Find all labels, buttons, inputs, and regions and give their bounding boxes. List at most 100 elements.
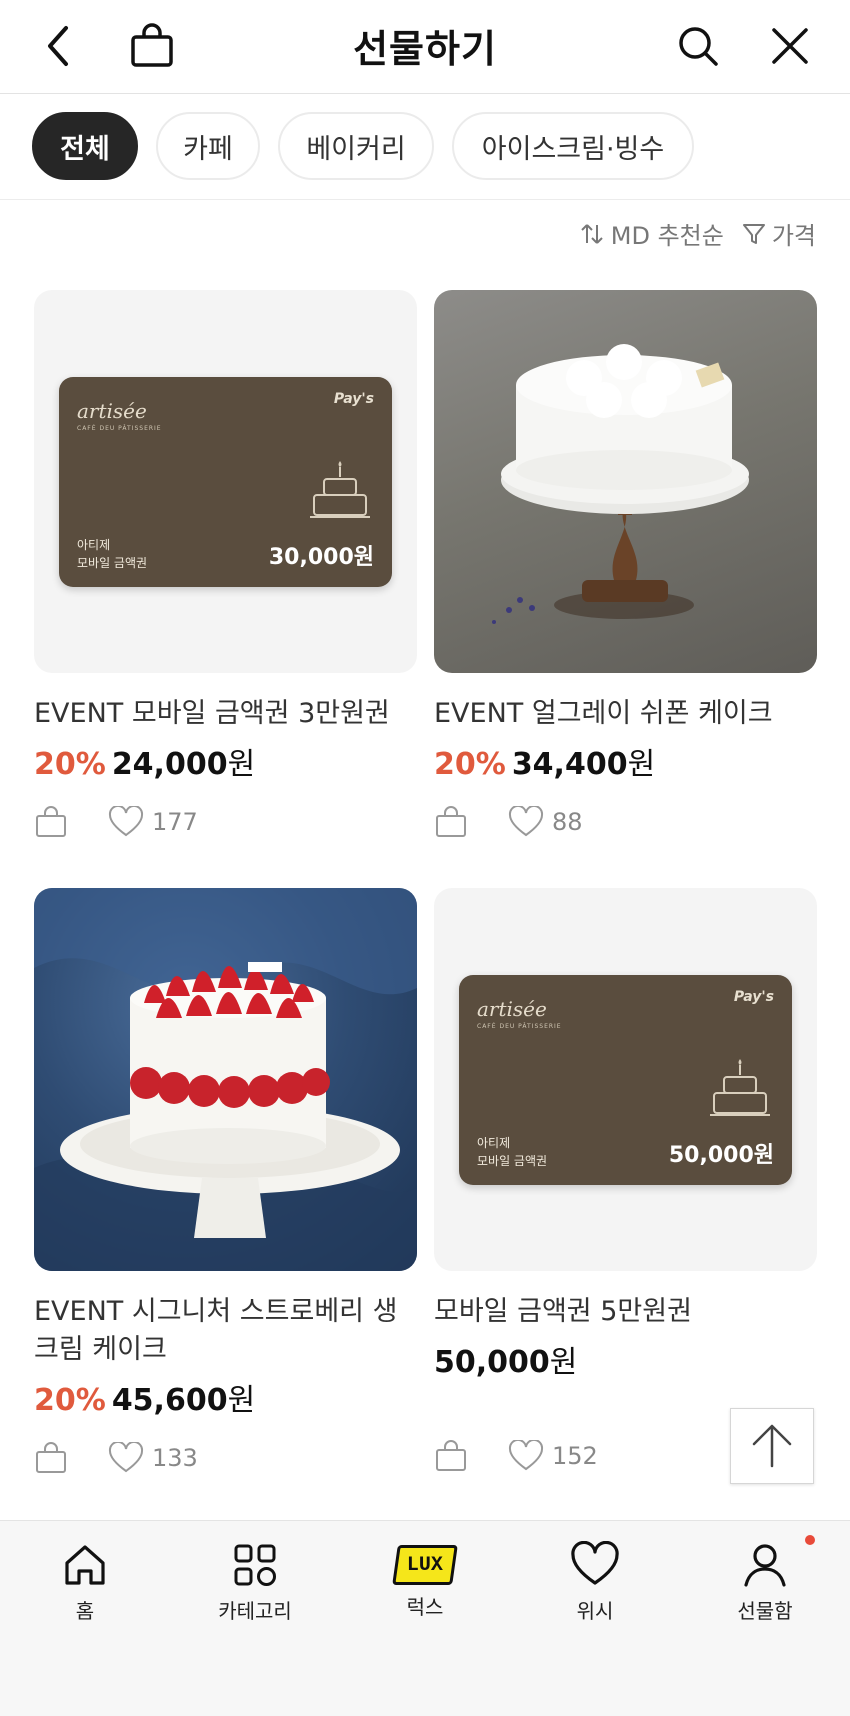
product-actions: 133 bbox=[34, 1441, 417, 1475]
product-image[interactable]: artisée CAFÉ DEU PÂTISSERIE Pay's 아티제 모바… bbox=[34, 290, 417, 673]
like-button[interactable]: 133 bbox=[108, 1442, 198, 1474]
like-count: 133 bbox=[152, 1444, 198, 1472]
chip-all[interactable]: 전체 bbox=[32, 112, 138, 180]
product-card[interactable]: EVENT 시그니처 스트로베리 생 크림 케이크 20% 45,600원 13… bbox=[34, 888, 417, 1475]
notification-dot bbox=[805, 1535, 815, 1545]
product-image[interactable]: artisée CAFÉ DEU PÂTISSERIE Pay's 아티제 모바… bbox=[434, 888, 817, 1271]
lux-badge-text: LUX bbox=[406, 1553, 443, 1577]
price: 45,600 bbox=[111, 1383, 228, 1418]
like-count: 88 bbox=[552, 808, 583, 836]
strawberry-cake-photo bbox=[34, 888, 417, 1271]
product-name-line1: EVENT 시그니처 스트로베리 생 bbox=[34, 1296, 398, 1327]
filter-icon bbox=[742, 223, 765, 244]
product-name[interactable]: 모바일 금액권 5만원권 bbox=[434, 1293, 817, 1331]
brand-logo: artisée bbox=[477, 996, 547, 1021]
nav-wish-label: 위시 bbox=[576, 1599, 614, 1623]
nav-giftbox-label: 선물함 bbox=[737, 1599, 793, 1623]
product-name-line2: 크림 케이크 bbox=[34, 1334, 167, 1365]
heart-icon bbox=[108, 806, 144, 837]
arrow-up-icon bbox=[752, 1424, 792, 1468]
like-button[interactable]: 152 bbox=[508, 1440, 598, 1472]
page-title: 선물하기 bbox=[353, 27, 497, 71]
lux-icon: LUX bbox=[392, 1545, 458, 1585]
heart-icon bbox=[108, 1442, 144, 1473]
price-row: 20% 45,600원 bbox=[34, 1375, 417, 1419]
product-card[interactable]: artisée CAFÉ DEU PÂTISSERIE Pay's 아티제 모바… bbox=[34, 290, 417, 839]
sort-order-button[interactable]: MD 추천순 bbox=[579, 216, 724, 251]
product-card[interactable]: EVENT 얼그레이 쉬폰 케이크 20% 34,400원 88 bbox=[434, 290, 817, 839]
gift-card-image: artisée CAFÉ DEU PÂTISSERIE Pay's 아티제 모바… bbox=[59, 376, 392, 587]
price: 34,400 bbox=[511, 747, 628, 782]
price-filter-label: 가격 bbox=[771, 222, 816, 250]
like-count: 152 bbox=[552, 1442, 598, 1470]
nav-lux[interactable]: LUX 럭스 bbox=[355, 1541, 495, 1620]
nav-home-label: 홈 bbox=[75, 1599, 95, 1623]
price-row: 20% 24,000원 bbox=[34, 739, 417, 783]
close-icon[interactable] bbox=[766, 22, 814, 70]
like-button[interactable]: 88 bbox=[508, 806, 583, 838]
cake-icon bbox=[710, 1058, 770, 1116]
product-name[interactable]: EVENT 모바일 금액권 3만원권 bbox=[34, 695, 417, 733]
nav-home[interactable]: 홈 bbox=[15, 1541, 155, 1624]
card-line1: 아티제 bbox=[77, 537, 111, 552]
sort-order-label: MD 추천순 bbox=[610, 222, 724, 250]
currency: 원 bbox=[227, 747, 256, 782]
card-amount: 50,000원 bbox=[668, 1142, 774, 1168]
product-image[interactable] bbox=[34, 888, 417, 1271]
sort-arrows-icon bbox=[581, 223, 603, 244]
earl-grey-cake-photo bbox=[492, 344, 749, 624]
price: 50,000 bbox=[434, 1345, 550, 1380]
sort-bar: MD 추천순 가격 bbox=[579, 216, 816, 251]
chip-cafe[interactable]: 카페 bbox=[156, 112, 260, 180]
chip-bakery[interactable]: 베이커리 bbox=[278, 112, 434, 180]
nav-lux-label: 럭스 bbox=[406, 1595, 444, 1619]
discount-rate: 20% bbox=[434, 747, 506, 782]
discount-rate: 20% bbox=[34, 1383, 106, 1418]
heart-icon bbox=[508, 806, 544, 837]
search-icon[interactable] bbox=[674, 22, 722, 70]
category-chips: 전체 카페 베이커리 아이스크림·빙수 bbox=[0, 94, 850, 200]
nav-giftbox[interactable]: 선물함 bbox=[695, 1535, 835, 1624]
heart-icon bbox=[571, 1541, 619, 1585]
card-amount: 30,000원 bbox=[268, 544, 374, 570]
card-line2: 모바일 금액권 bbox=[477, 1153, 548, 1168]
person-icon bbox=[744, 1544, 786, 1587]
chip-icecream[interactable]: 아이스크림·빙수 bbox=[452, 112, 694, 180]
cart-add-icon[interactable] bbox=[434, 1439, 468, 1473]
brand-subtitle: CAFÉ DEU PÂTISSERIE bbox=[77, 424, 162, 432]
scroll-to-top-button[interactable] bbox=[730, 1408, 814, 1484]
currency: 원 bbox=[227, 1383, 256, 1418]
price-filter-button[interactable]: 가격 bbox=[742, 216, 816, 251]
cake-icon bbox=[310, 460, 370, 518]
product-name[interactable]: EVENT 얼그레이 쉬폰 케이크 bbox=[434, 695, 817, 733]
product-image[interactable] bbox=[434, 290, 817, 673]
product-actions: 88 bbox=[434, 805, 817, 839]
cart-add-icon[interactable] bbox=[34, 1441, 68, 1475]
product-actions: 177 bbox=[34, 805, 417, 839]
nav-wish[interactable]: 위시 bbox=[525, 1541, 665, 1624]
price-row: 50,000원 bbox=[434, 1337, 817, 1381]
home-icon bbox=[65, 1545, 105, 1585]
price: 24,000 bbox=[111, 747, 228, 782]
currency: 원 bbox=[549, 1345, 578, 1380]
heart-icon bbox=[508, 1440, 544, 1471]
product-name[interactable]: EVENT 시그니처 스트로베리 생 크림 케이크 bbox=[34, 1293, 417, 1369]
gift-card-image: artisée CAFÉ DEU PÂTISSERIE Pay's 아티제 모바… bbox=[459, 974, 792, 1185]
currency: 원 bbox=[627, 747, 656, 782]
like-count: 177 bbox=[152, 808, 198, 836]
bottom-navigation: 홈 카테고리 LUX 럭스 위시 선물함 bbox=[0, 1520, 850, 1716]
grid-icon bbox=[234, 1544, 276, 1586]
nav-category[interactable]: 카테고리 bbox=[185, 1541, 325, 1624]
discount-rate: 20% bbox=[34, 747, 106, 782]
card-line2: 모바일 금액권 bbox=[77, 555, 148, 570]
top-bar: 선물하기 bbox=[0, 0, 850, 94]
card-line1: 아티제 bbox=[477, 1135, 511, 1150]
product-card[interactable]: artisée CAFÉ DEU PÂTISSERIE Pay's 아티제 모바… bbox=[434, 888, 817, 1473]
nav-category-label: 카테고리 bbox=[218, 1599, 292, 1623]
like-button[interactable]: 177 bbox=[108, 806, 198, 838]
pays-logo: Pay's bbox=[733, 988, 774, 1005]
pays-logo: Pay's bbox=[333, 390, 374, 407]
brand-subtitle: CAFÉ DEU PÂTISSERIE bbox=[477, 1022, 562, 1030]
cart-add-icon[interactable] bbox=[34, 805, 68, 839]
cart-add-icon[interactable] bbox=[434, 805, 468, 839]
